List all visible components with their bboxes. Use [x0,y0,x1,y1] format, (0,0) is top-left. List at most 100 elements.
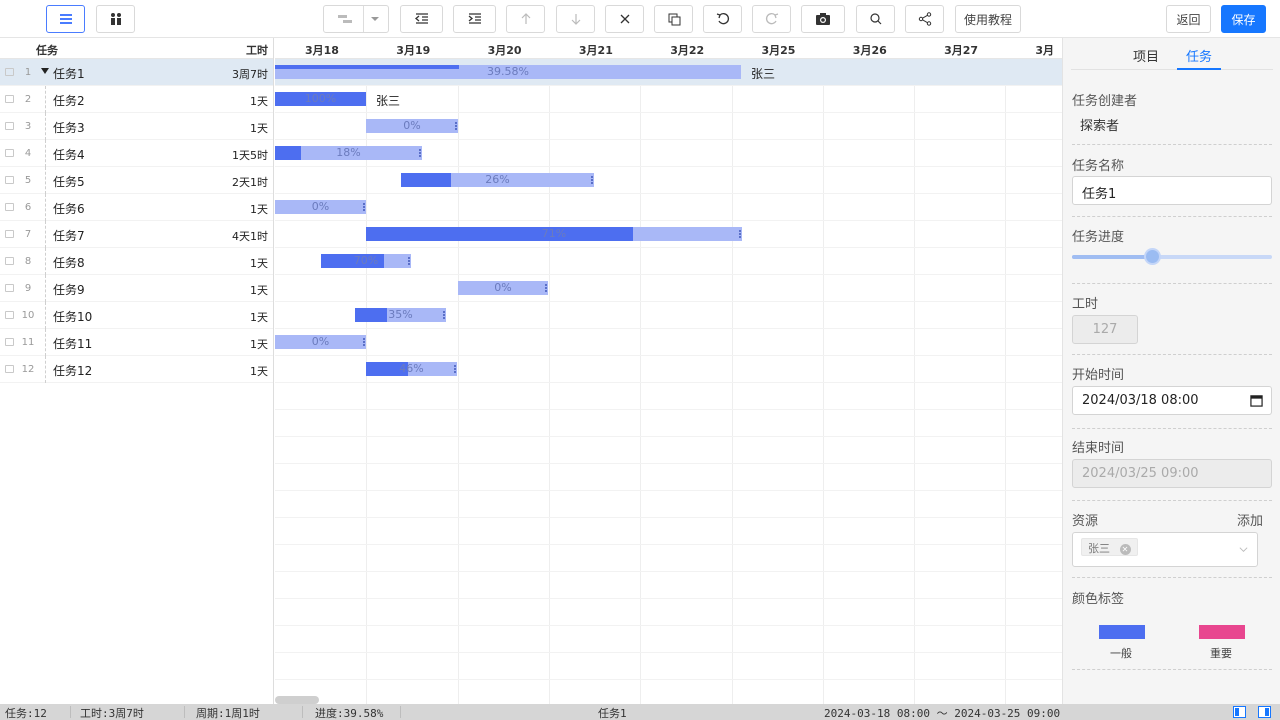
outdent-button[interactable] [400,5,443,33]
start-time-input[interactable]: 2024/03/18 08:00 [1072,386,1272,415]
tree-guide-line [45,275,46,302]
row-index: 11 [21,337,35,348]
task-bar[interactable]: 0% [366,119,458,133]
resize-handle[interactable] [419,149,421,157]
task-progress-label: 0% [311,200,330,213]
resize-handle[interactable] [591,176,593,184]
resource-label: 资源 [1072,514,1099,529]
search-button[interactable] [856,5,895,33]
horizontal-scrollbar[interactable] [275,696,319,704]
tutorial-button[interactable]: 使用教程 [955,5,1021,33]
task-bar[interactable]: 71% [366,227,742,241]
task-row[interactable]: 10 任务10 1天 [0,302,273,329]
task-bar[interactable]: 0% [458,281,548,295]
divider [1072,354,1272,355]
comment-icon[interactable] [5,203,14,211]
comment-icon[interactable] [5,365,14,373]
task-row[interactable]: 8 任务8 1天 [0,248,273,275]
comment-icon[interactable] [5,338,14,346]
share-button[interactable] [905,5,944,33]
comment-icon[interactable] [5,284,14,292]
progress-slider[interactable] [1072,255,1272,259]
comment-icon[interactable] [5,257,14,265]
indent-button[interactable] [453,5,496,33]
comment-icon[interactable] [5,149,14,157]
resource-chip-label: 张三 [1088,542,1110,555]
gantt-row [275,572,1062,599]
camera-icon [816,13,830,25]
summary-task-bar[interactable]: 39.58% [275,65,741,79]
screenshot-button[interactable] [801,5,845,33]
task-row[interactable]: 6 任务6 1天 [0,194,273,221]
tab-task[interactable]: 任务 [1186,46,1212,65]
comment-icon[interactable] [5,68,14,76]
resize-handle[interactable] [408,257,410,265]
comment-icon[interactable] [5,95,14,103]
color-swatch-normal[interactable] [1099,625,1145,639]
task-bar[interactable]: 46% [366,362,457,376]
task-bar[interactable]: 26% [401,173,594,187]
redo-icon [765,13,778,25]
move-down-button[interactable] [556,5,595,33]
row-index: 7 [24,229,32,240]
comment-icon[interactable] [5,122,14,130]
resize-handle[interactable] [545,284,547,292]
status-separator [400,706,401,718]
list-view-button[interactable] [46,5,85,33]
task-bar[interactable]: 18% [275,146,422,160]
task-bar[interactable]: 70% [321,254,411,268]
back-button[interactable]: 返回 [1166,5,1211,33]
task-row[interactable]: 9 任务9 1天 [0,275,273,302]
add-resource-button[interactable]: 添加 [1237,510,1263,529]
resize-handle[interactable] [454,365,456,373]
creator-value: 探索者 [1080,119,1120,134]
task-row[interactable]: 5 任务5 2天1时 [0,167,273,194]
panel-view-toggle[interactable] [1258,706,1271,718]
undo-button[interactable] [703,5,742,33]
resize-handle[interactable] [455,122,457,130]
resize-handle[interactable] [363,203,365,211]
task-row[interactable]: 1 任务1 3周7时 [0,59,273,86]
color-swatch-important[interactable] [1199,625,1245,639]
chip-remove-icon[interactable]: ✕ [1119,543,1131,555]
resize-handle[interactable] [739,230,741,238]
task-row[interactable]: 3 任务3 1天 [0,113,273,140]
tab-project[interactable]: 项目 [1133,46,1159,65]
resize-handle[interactable] [363,338,365,346]
undo-icon [716,13,729,25]
task-name-input[interactable]: 任务1 [1072,176,1272,205]
task-row[interactable]: 4 任务4 1天5时 [0,140,273,167]
comment-icon[interactable] [5,176,14,184]
save-button[interactable]: 保存 [1221,5,1266,33]
delete-button[interactable] [605,5,644,33]
resource-select[interactable]: 张三 ✕ [1072,532,1258,567]
collapse-triangle-icon[interactable] [41,68,49,74]
task-row[interactable]: 2 任务2 1天 [0,86,273,113]
task-bar[interactable]: 0% [275,335,366,349]
copy-button[interactable] [654,5,693,33]
redo-button[interactable] [752,5,791,33]
split-view-toggle[interactable] [1233,706,1246,718]
progress-slider-handle[interactable] [1144,248,1161,265]
move-up-button[interactable] [506,5,545,33]
link-type-dropdown[interactable] [323,5,389,33]
task-row[interactable]: 11 任务11 1天 [0,329,273,356]
task-bar[interactable]: 100% [275,92,366,106]
comment-icon[interactable] [5,311,14,319]
task-row[interactable]: 12 任务12 1天 [0,356,273,383]
task-progress-label: 100% [304,92,337,105]
resize-handle[interactable] [443,311,445,319]
resource-view-button[interactable] [96,5,135,33]
task-bar[interactable]: 0% [275,200,366,214]
task-table: 任务 工时 1 任务1 3周7时 2 任务2 1天 3 任务3 1天 4 任务4 1天5时 5 任务5 2天… [0,38,274,704]
task-bar[interactable]: 35% [355,308,446,322]
comment-icon[interactable] [5,230,14,238]
gantt-row [275,491,1062,518]
gantt-row [275,626,1062,653]
users-icon [110,13,121,25]
task-name: 任务4 [53,148,85,162]
task-name: 任务3 [53,121,85,135]
row-index: 6 [24,202,32,213]
indent-icon [468,13,481,24]
task-row[interactable]: 7 任务7 4天1时 [0,221,273,248]
